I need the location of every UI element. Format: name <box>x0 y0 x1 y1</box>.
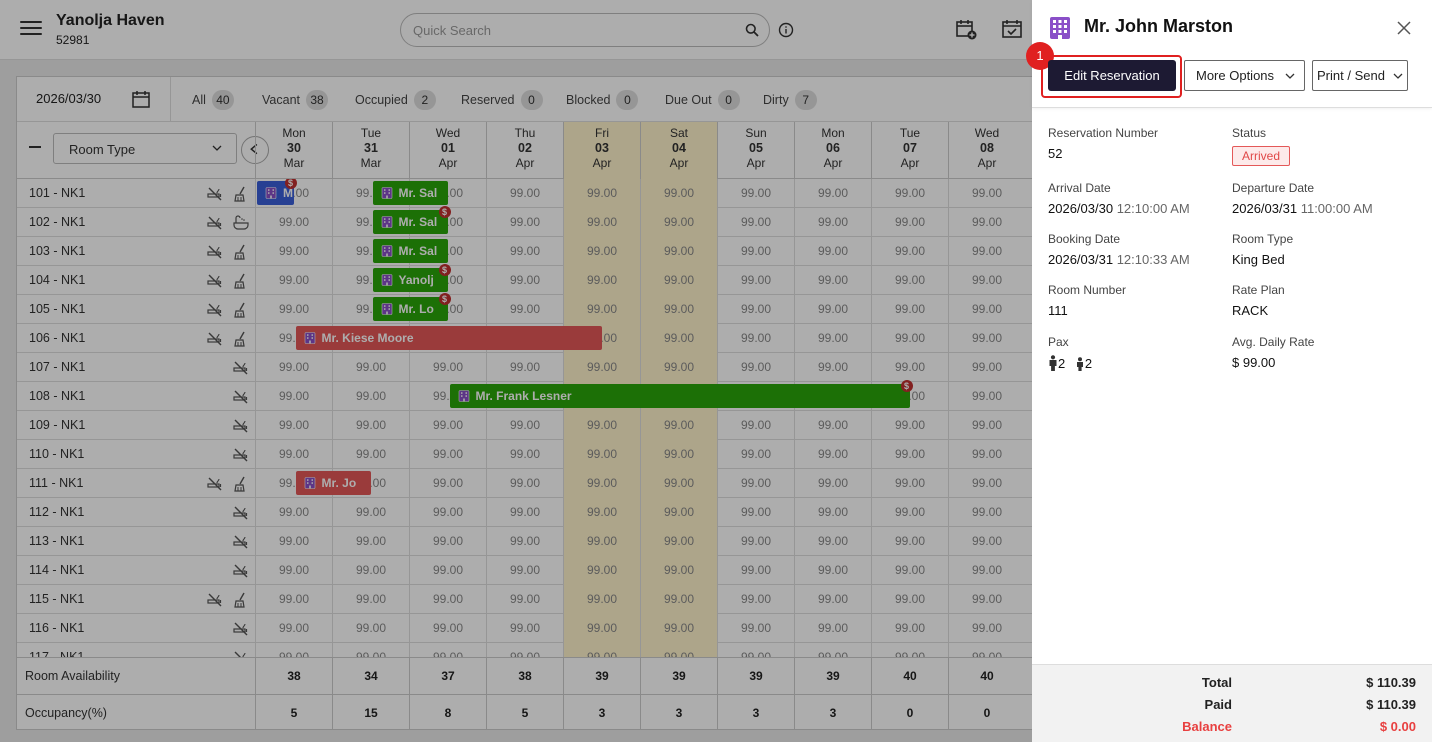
balance-line: Balance $ 0.00 <box>1032 719 1432 739</box>
totals-section: Total $ 110.39 Paid $ 110.39 Balance $ 0.00 <box>1032 664 1432 742</box>
pax-children: 2 <box>1075 356 1092 371</box>
print-send-label: Print / Send <box>1317 68 1385 83</box>
building-icon <box>1050 17 1070 39</box>
arrival-time: 12:10:00 AM <box>1116 201 1190 216</box>
booking-date-field: Booking Date 2026/03/31 12:10:33 AM <box>1048 232 1228 267</box>
departure-date: 2026/03/31 <box>1232 201 1298 216</box>
field-label: Departure Date <box>1232 181 1315 195</box>
field-label: Reservation Number <box>1048 126 1159 140</box>
total-line: Total $ 110.39 <box>1032 675 1432 695</box>
field-label: Avg. Daily Rate <box>1232 335 1315 349</box>
booking-time: 12:10:33 AM <box>1116 252 1190 267</box>
field-label: Pax <box>1048 335 1069 349</box>
paid-value: $ 110.39 <box>1366 697 1416 712</box>
total-value: $ 110.39 <box>1366 675 1416 690</box>
reservation-number: 52 <box>1048 146 1063 161</box>
reservation-number-field: Reservation Number 52 <box>1048 126 1228 161</box>
departure-time: 11:00:00 AM <box>1300 201 1373 216</box>
paid-line: Paid $ 110.39 <box>1032 697 1432 717</box>
field-label: Room Type <box>1232 232 1294 246</box>
balance-value: $ 0.00 <box>1379 719 1416 734</box>
adult-icon <box>1049 355 1057 371</box>
panel-header: Mr. John Marston 1 Edit Reservation More… <box>1026 0 1432 108</box>
arrival-date-field: Arrival Date 2026/03/30 12:10:00 AM <box>1048 181 1228 216</box>
field-label: Rate Plan <box>1232 283 1285 297</box>
modal-backdrop[interactable] <box>0 0 1032 742</box>
guest-name: Mr. John Marston <box>1084 16 1234 36</box>
field-label: Status <box>1232 126 1267 140</box>
field-label: Arrival Date <box>1048 181 1111 195</box>
edit-reservation-button[interactable]: Edit Reservation <box>1048 60 1176 91</box>
pax-field: Pax 2 2 <box>1048 335 1228 374</box>
balance-label: Balance <box>1182 719 1232 734</box>
pax-adults: 2 <box>1048 355 1065 371</box>
status-badge: Arrived <box>1232 146 1291 166</box>
more-options-button[interactable]: More Options <box>1184 60 1305 91</box>
print-send-button[interactable]: Print / Send <box>1312 60 1408 91</box>
rate-plan-field: Rate Plan RACK <box>1232 283 1412 318</box>
departure-date-field: Departure Date 2026/03/31 11:00:00 AM <box>1232 181 1412 216</box>
avg-daily-rate: $ 99.00 <box>1232 355 1276 370</box>
room-type-field: Room Type King Bed <box>1232 232 1412 267</box>
reservation-panel: Mr. John Marston 1 Edit Reservation More… <box>1026 0 1432 742</box>
field-label: Booking Date <box>1048 232 1121 246</box>
child-icon <box>1076 357 1083 371</box>
more-options-label: More Options <box>1196 68 1275 83</box>
booking-date: 2026/03/31 <box>1048 252 1114 267</box>
status-field: Status Arrived <box>1232 126 1412 166</box>
total-label: Total <box>1201 675 1232 690</box>
room-type: King Bed <box>1232 252 1285 267</box>
room-number: 111 <box>1048 303 1068 318</box>
chevron-down-icon <box>1393 73 1403 79</box>
arrival-date: 2026/03/30 <box>1048 201 1114 216</box>
field-label: Room Number <box>1048 283 1127 297</box>
close-icon[interactable] <box>1396 20 1412 36</box>
room-number-field: Room Number 111 <box>1048 283 1228 318</box>
paid-label: Paid <box>1204 697 1232 712</box>
rate-plan: RACK <box>1232 303 1269 318</box>
avg-daily-rate-field: Avg. Daily Rate $ 99.00 <box>1232 335 1412 370</box>
chevron-down-icon <box>1285 73 1295 79</box>
